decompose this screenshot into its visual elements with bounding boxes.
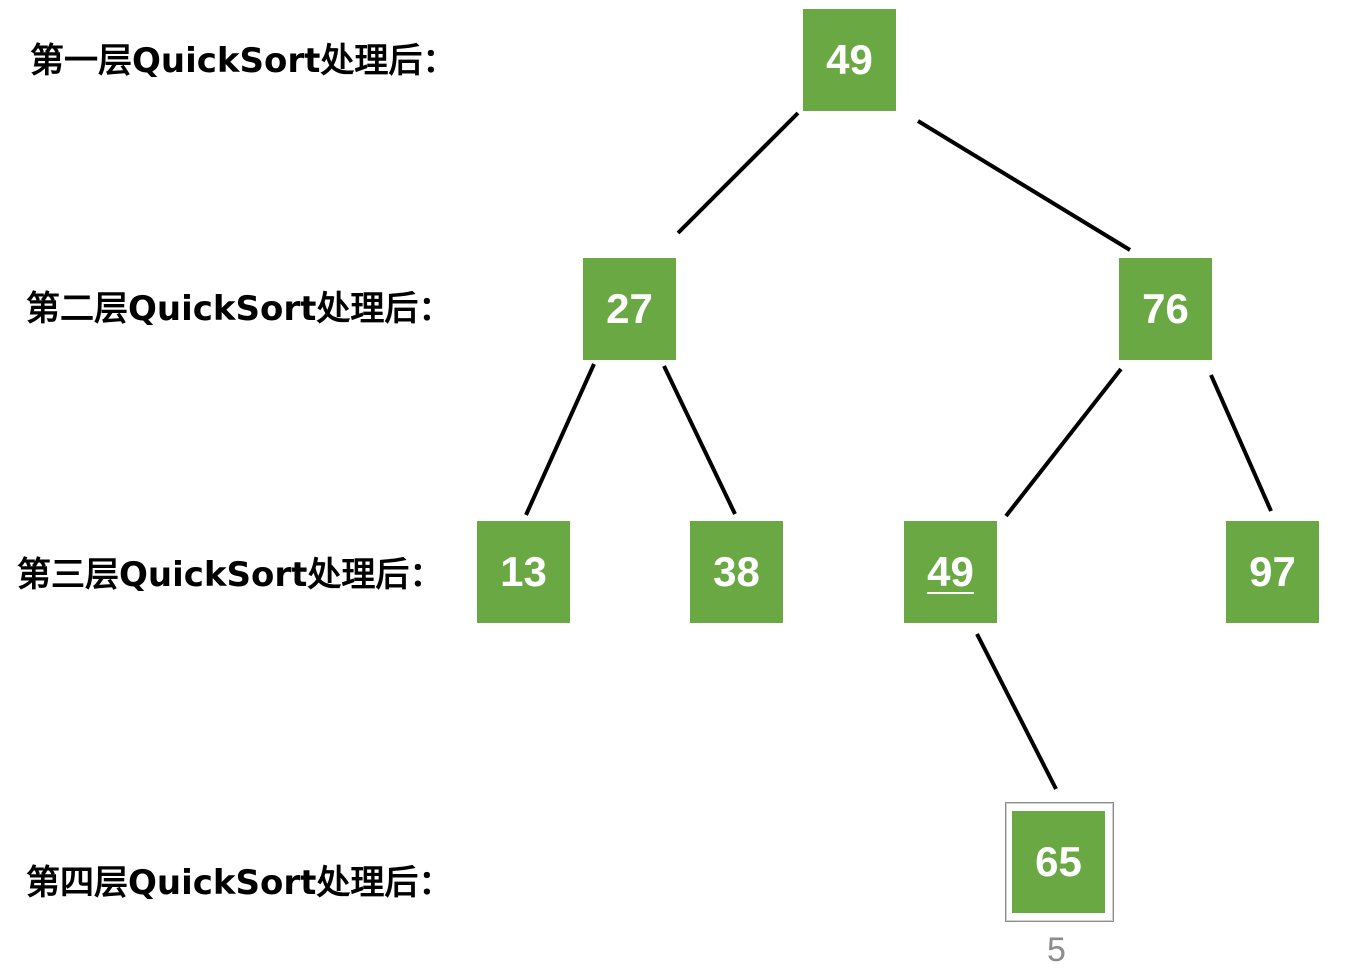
- edge-27-38: [662, 365, 737, 515]
- node-level3-38: 38: [690, 521, 783, 623]
- edge-76-97: [1209, 374, 1273, 512]
- node-root: 49: [803, 9, 896, 111]
- edge-27-13: [524, 363, 596, 516]
- node-level2-left: 27: [583, 258, 676, 360]
- tree-edges: [524, 111, 1273, 790]
- node-level3-97: 97: [1226, 521, 1319, 623]
- level-label-4: 第四层QuickSort处理后：: [26, 863, 453, 903]
- edge-root-27: [676, 111, 800, 235]
- level-label-1: 第一层QuickSort处理后：: [30, 41, 457, 81]
- node-value: 76: [1142, 285, 1189, 332]
- node-level4-65: 65: [1012, 811, 1105, 913]
- node-level3-49: 49: [904, 521, 997, 623]
- page-number: 5: [1047, 931, 1066, 969]
- edge-49-65: [975, 633, 1058, 790]
- node-level2-right: 76: [1119, 258, 1212, 360]
- level-label-2: 第二层QuickSort处理后：: [26, 289, 453, 329]
- node-level3-13: 13: [477, 521, 570, 623]
- node-value: 65: [1035, 838, 1082, 885]
- node-value: 38: [713, 548, 760, 595]
- node-value: 27: [606, 285, 653, 332]
- edge-76-49: [1004, 367, 1123, 518]
- edge-root-76: [916, 119, 1132, 252]
- node-value: 97: [1249, 548, 1296, 595]
- node-value: 49: [826, 36, 873, 83]
- node-value: 13: [500, 548, 547, 595]
- level-label-3: 第三层QuickSort处理后：: [17, 555, 444, 595]
- node-value: 49: [927, 548, 974, 595]
